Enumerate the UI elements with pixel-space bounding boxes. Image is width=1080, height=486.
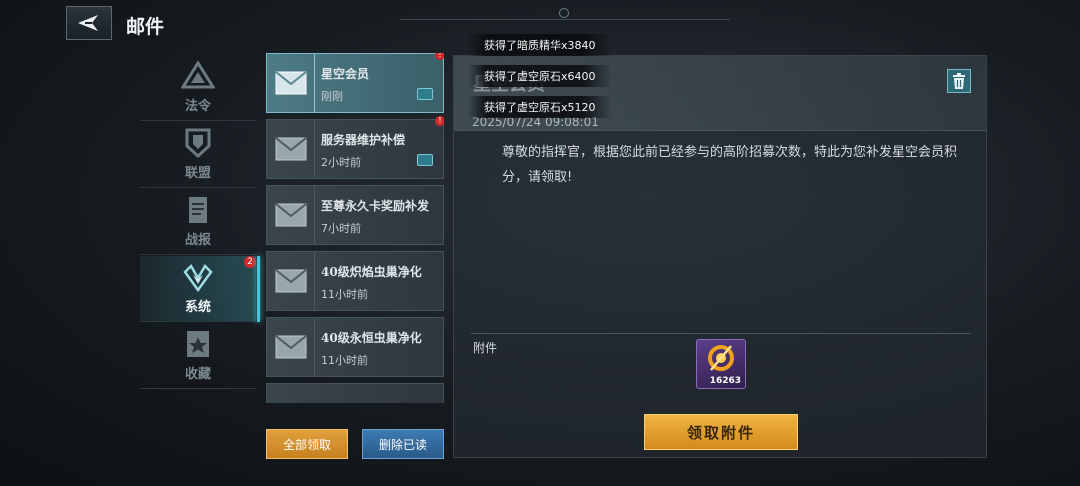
attachment-divider [471, 333, 971, 334]
mail-screen: 邮件 法令 联盟 战报 系统 2 收藏 星空会员 刚刚 ! 服务器维护补偿 2小… [0, 0, 1080, 486]
mail-body: 尊敬的指挥官，根据您此前已经参与的高阶招募次数，特此为您补发星空会员积分，请领取… [502, 145, 958, 185]
mail-time: 11小时前 [321, 354, 368, 367]
mail-time: 7小时前 [321, 222, 361, 235]
shield-icon [185, 128, 211, 158]
category-label: 法令 [184, 99, 211, 114]
claim-all-button[interactable]: 全部领取 [266, 429, 348, 459]
mail-subject: 40级炽焰虫巢净化 [321, 265, 422, 279]
envelope-icon [274, 335, 307, 359]
category-sidebar: 法令 联盟 战报 系统 2 收藏 [140, 55, 260, 395]
mail-time: 刚刚 [321, 90, 343, 103]
category-system[interactable]: 系统 2 [140, 256, 260, 322]
attachment-icon [417, 88, 433, 100]
mail-item[interactable]: 40级炽焰虫巢净化 11小时前 [266, 251, 444, 311]
reward-toast: 获得了虚空原石x5120 [468, 96, 612, 118]
back-button[interactable] [66, 6, 112, 40]
delete-read-button[interactable]: 删除已读 [362, 429, 444, 459]
category-battle-report[interactable]: 战报 [140, 189, 256, 255]
unread-badge: ! [435, 53, 444, 60]
attachment-label: 附件 [473, 341, 498, 355]
claim-attachment-button[interactable]: 领取附件 [644, 414, 798, 450]
delete-mail-button[interactable] [947, 69, 971, 93]
attachment-icon [417, 154, 433, 166]
mail-item[interactable]: 星空会员 刚刚 ! [266, 53, 444, 113]
back-arrow-icon [78, 15, 98, 31]
void-stone-icon [708, 345, 734, 371]
top-decoration [400, 0, 730, 20]
mail-item-partial[interactable] [266, 383, 444, 403]
mail-item[interactable]: 40级永恒虫巢净化 11小时前 [266, 317, 444, 377]
mail-item[interactable]: 至尊永久卡奖励补发 7小时前 [266, 185, 444, 245]
trash-icon [953, 73, 965, 89]
envelope-icon [274, 269, 307, 293]
reward-count: 16263 [709, 376, 741, 386]
mail-subject: 星空会员 [321, 67, 370, 81]
star-icon [187, 331, 209, 357]
mail-subject: 至尊永久卡奖励补发 [321, 199, 430, 213]
category-favorites[interactable]: 收藏 [140, 323, 256, 389]
mail-time: 11小时前 [321, 288, 368, 301]
mail-subject: 40级永恒虫巢净化 [321, 331, 422, 345]
category-label: 战报 [184, 233, 211, 248]
envelope-icon [274, 137, 307, 161]
unread-badge: ! [435, 116, 444, 126]
category-decree[interactable]: 法令 [140, 55, 256, 121]
mail-list[interactable]: 星空会员 刚刚 ! 服务器维护补偿 2小时前 ! 至尊永久卡奖励补发 7小时前 … [266, 53, 444, 403]
unread-badge: 2 [244, 256, 256, 268]
report-icon [189, 197, 207, 223]
reward-toast: 获得了虚空原石x6400 [468, 65, 612, 87]
emblem-icon [181, 61, 215, 89]
category-label: 收藏 [184, 367, 211, 382]
category-label: 联盟 [184, 166, 211, 181]
mail-time: 2小时前 [321, 156, 361, 169]
envelope-icon [274, 203, 307, 227]
page-title: 邮件 [126, 16, 165, 38]
mail-subject: 服务器维护补偿 [321, 133, 406, 147]
reward-item[interactable]: 16263 [696, 339, 746, 389]
reward-toast: 获得了暗质精华x3840 [468, 34, 612, 56]
wings-icon [183, 263, 213, 292]
envelope-icon [274, 71, 307, 95]
category-alliance[interactable]: 联盟 [140, 122, 256, 188]
category-label: 系统 [184, 300, 211, 315]
mail-item[interactable]: 服务器维护补偿 2小时前 ! [266, 116, 444, 179]
